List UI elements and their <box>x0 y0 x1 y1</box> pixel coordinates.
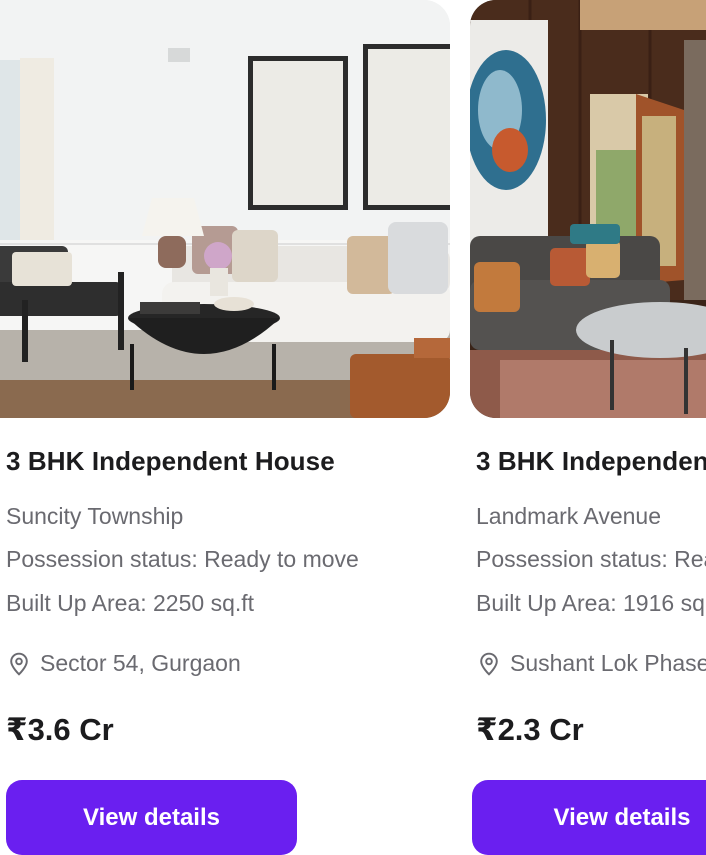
price: ₹3.6 Cr <box>6 712 114 747</box>
built-up-area: Built Up Area: 2250 sq.ft <box>6 590 255 616</box>
view-details-button[interactable]: View details <box>472 780 706 855</box>
location-text: Sushant Lok Phase 1 <box>510 650 706 676</box>
listings-carousel[interactable]: 3 BHK Independent House Suncity Township… <box>0 0 706 855</box>
location-row: Sushant Lok Phase 1 <box>476 650 706 677</box>
property-card[interactable]: 3 BHK Independent House Landmark Avenue … <box>470 0 706 855</box>
price: ₹2.3 Cr <box>476 712 584 747</box>
living-room-image <box>0 0 450 418</box>
project-name: Suncity Township <box>6 503 184 529</box>
built-up-area: Built Up Area: 1916 sq.ft <box>476 590 706 616</box>
location-row: Sector 54, Gurgaon <box>6 650 241 677</box>
possession-status: Possession status: Ready to move <box>6 546 359 572</box>
property-photo[interactable] <box>470 0 706 418</box>
property-card[interactable]: 3 BHK Independent House Suncity Township… <box>0 0 450 855</box>
location-text: Sector 54, Gurgaon <box>40 650 241 676</box>
living-room-image <box>470 0 706 418</box>
possession-status: Possession status: Ready to move <box>476 546 706 572</box>
map-pin-icon <box>6 651 32 677</box>
map-pin-icon <box>476 651 502 677</box>
listing-title: 3 BHK Independent House <box>476 446 706 476</box>
project-name: Landmark Avenue <box>476 503 661 529</box>
view-details-button[interactable]: View details <box>6 780 297 855</box>
property-photo[interactable] <box>0 0 450 418</box>
listing-title: 3 BHK Independent House <box>6 446 335 476</box>
